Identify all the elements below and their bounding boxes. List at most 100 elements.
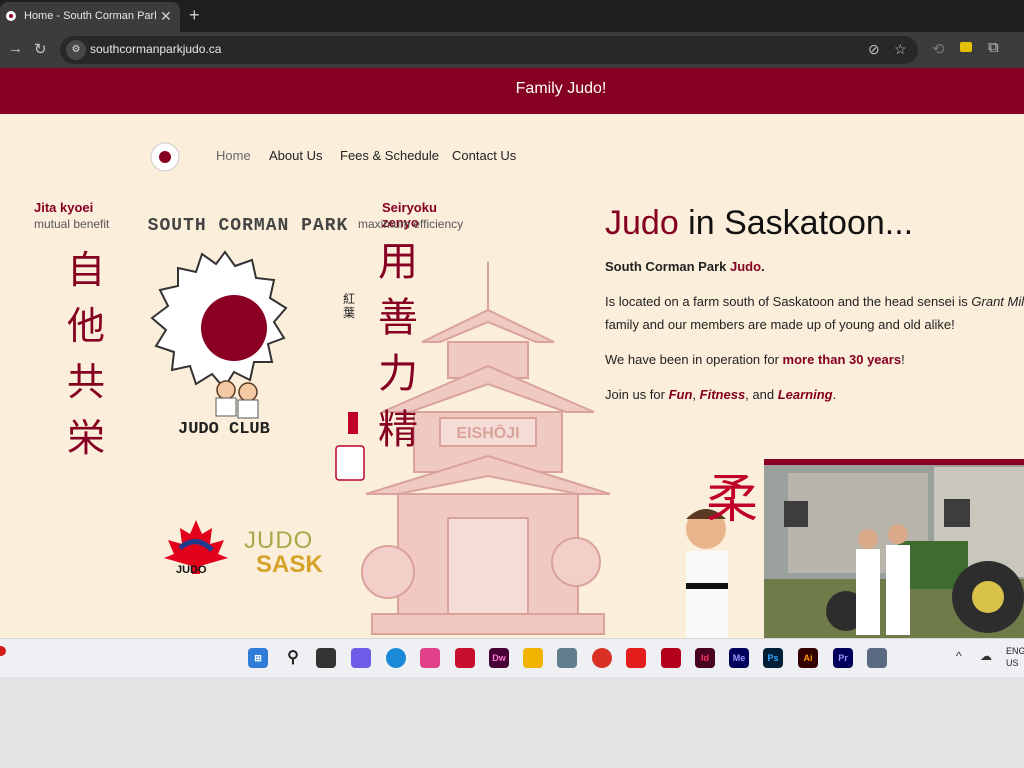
copilot-icon[interactable] [351, 648, 371, 668]
extension-icon[interactable]: ⟲ [932, 40, 945, 58]
kanji-zen: 善 [378, 295, 418, 341]
kanji-ei: 栄 [66, 416, 105, 460]
bookmark-star-icon[interactable]: ☆ [894, 41, 907, 58]
join-fitness: Fitness [699, 387, 746, 402]
eye-slash-icon[interactable]: ⊘ [868, 41, 880, 58]
search-icon[interactable]: ⚲ [283, 648, 303, 668]
chevron-up-icon[interactable]: ^ [956, 649, 962, 663]
farm-photo: 柔 [678, 459, 1024, 638]
intro-line: South Corman Park Judo. [605, 259, 765, 274]
notepad-icon[interactable] [867, 648, 887, 668]
nav-home[interactable]: Home [216, 148, 251, 163]
browser-tab-strip: Home - South Corman Park Judo Club ✕ + [0, 0, 1024, 32]
acrobat-icon[interactable] [626, 648, 646, 668]
children-judoka-icon [215, 380, 259, 419]
members-text: family and our members are made up of yo… [605, 317, 955, 332]
kanji-ji: 自 [66, 248, 105, 292]
judo-canada-logo[interactable]: JUDO [160, 514, 232, 586]
operation-text: We have been in operation for [605, 352, 783, 367]
banner-text: Family Judo! [515, 80, 607, 97]
onedrive-cloud-icon[interactable]: ☁ [980, 649, 992, 663]
heading-rest: in Saskatoon... [678, 204, 914, 242]
sensei-name: Grant Mil [971, 294, 1024, 309]
seal-kanji-2: 葉 [343, 306, 356, 320]
operation-years: more than 30 years [782, 352, 902, 367]
extensions-puzzle-icon[interactable]: ⧉ [988, 39, 999, 56]
judo-sask-logo[interactable]: JUDO SASK [242, 527, 342, 585]
judo-sask-bottom: SASK [256, 551, 323, 578]
heading-judo: Judo [605, 204, 679, 242]
illustrator-icon[interactable]: Ai [798, 648, 818, 668]
new-tab-icon[interactable]: + [189, 5, 200, 26]
site-info-icon[interactable]: ⚙ [66, 40, 86, 60]
operation-end: ! [901, 352, 905, 367]
site-favicon-icon [6, 11, 16, 21]
crest-club-text: JUDO CLUB [178, 420, 270, 439]
address-bar[interactable]: ⚙ southcormanparkjudo.ca ⊘ ☆ [60, 36, 918, 64]
location-text: Is located on a farm south of Saskatoon … [605, 294, 972, 309]
task-view-icon[interactable] [316, 648, 336, 668]
left-kanji-column: 自 他 共 栄 [64, 242, 108, 466]
reload-icon[interactable]: ↻ [34, 40, 47, 58]
location-paragraph-line2: family and our members are made up of yo… [605, 317, 955, 332]
intro-club: South Corman Park [605, 259, 730, 274]
photoshop-icon[interactable]: Ps [763, 648, 783, 668]
club-crest: Jita kyoei mutual benefit Seiryoku zenyo… [30, 194, 470, 544]
join-text: Join us for [605, 387, 669, 402]
mcafee-icon[interactable] [455, 648, 475, 668]
chrome-icon[interactable] [592, 648, 612, 668]
windows-taskbar: ⊞ ⚲ Dw Id Me Ps Ai Pr ^ ☁ ENG US [0, 638, 1024, 677]
crest-arc-text: SOUTH CORMAN PARK [147, 216, 349, 236]
nav-fees-schedule[interactable]: Fees & Schedule [340, 148, 439, 163]
join-end: . [832, 387, 837, 402]
filezilla-icon[interactable] [661, 648, 681, 668]
tab-title: Home - South Corman Park Judo Club [24, 10, 156, 22]
close-tab-icon[interactable]: ✕ [160, 8, 172, 25]
file-explorer-icon[interactable] [523, 648, 543, 668]
page-heading: Judo in Saskatoon... [605, 204, 913, 243]
crest-right-sub: maximum efficiency [358, 217, 464, 231]
kanji-ryoku: 力 [378, 351, 418, 397]
right-kanji-column: 用 善 力 精 [376, 234, 420, 458]
notification-dot-icon [0, 646, 6, 656]
seal-kanji: 紅 葉 [343, 292, 355, 320]
creative-cloud-icon[interactable] [420, 648, 440, 668]
nav-contact-us[interactable]: Contact Us [452, 148, 516, 163]
dreamweaver-icon[interactable]: Dw [489, 648, 509, 668]
url-text[interactable]: southcormanparkjudo.ca [90, 42, 221, 56]
seal-kanji-1: 紅 [343, 292, 356, 306]
intro-end: . [761, 259, 765, 274]
lang-code: ENG [1006, 646, 1024, 656]
crest-left-title: Jita kyoei [34, 200, 94, 215]
indesign-icon[interactable]: Id [695, 648, 715, 668]
kanji-kyo: 共 [66, 360, 105, 404]
join-fun: Fun [668, 387, 693, 402]
join-paragraph: Join us for Fun, Fitness, and Learning. [605, 387, 836, 402]
intro-judo: Judo [729, 259, 762, 274]
club-logo-small[interactable] [144, 136, 186, 178]
forward-icon[interactable]: → [8, 40, 23, 57]
nav-about-us[interactable]: About Us [269, 148, 322, 163]
edge-icon[interactable] [386, 648, 406, 668]
calculator-icon[interactable] [557, 648, 577, 668]
ju-kanji: 柔 [706, 470, 759, 530]
judo-canada-text: JUDO [176, 564, 207, 576]
kanji-ta: 他 [66, 304, 105, 348]
join-sep1: , [692, 387, 700, 402]
kanji-you: 用 [378, 239, 418, 285]
media-encoder-icon[interactable]: Me [729, 648, 749, 668]
premiere-icon[interactable]: Pr [833, 648, 853, 668]
location-paragraph-line1: Is located on a farm south of Saskatoon … [605, 294, 1024, 309]
browser-tab-active[interactable]: Home - South Corman Park Judo Club ✕ [0, 2, 180, 32]
browser-toolbar: → ↻ ⚙ southcormanparkjudo.ca ⊘ ☆ ⟲ ⧉ [0, 32, 1024, 68]
top-banner: Family Judo! [0, 68, 1024, 114]
join-learning: Learning [777, 387, 833, 402]
kanji-sei: 精 [378, 407, 418, 453]
wallet-extension-icon[interactable] [960, 42, 972, 52]
page-content: Home About Us Fees & Schedule Contact Us… [0, 114, 1024, 638]
language-indicator[interactable]: ENG US [1006, 645, 1024, 669]
join-sep2: , and [745, 387, 778, 402]
crest-left-sub: mutual benefit [34, 217, 110, 231]
operation-paragraph: We have been in operation for more than … [605, 352, 905, 367]
start-windows-icon[interactable]: ⊞ [248, 648, 268, 668]
